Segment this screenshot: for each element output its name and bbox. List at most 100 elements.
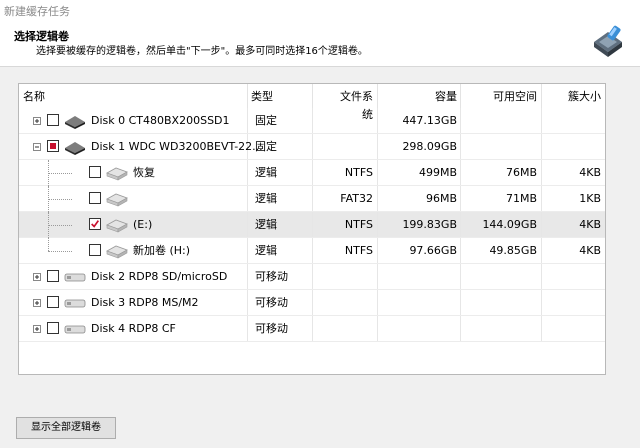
usb-drive-icon [64, 273, 86, 282]
grid-line [377, 186, 378, 212]
grid-line [247, 108, 248, 134]
tree-connector [48, 251, 72, 252]
volume-filesystem [319, 134, 373, 160]
table-row[interactable]: Disk 1 WDC WD3200BEVT-22... 固定 298.09GB [19, 134, 605, 160]
volume-icon [106, 167, 128, 181]
grid-line [247, 186, 248, 212]
column-header-filesystem[interactable]: 文件系统 [333, 88, 373, 121]
volume-name: Disk 4 RDP8 CF [91, 322, 176, 335]
volume-filesystem [319, 108, 373, 134]
volume-checkbox[interactable] [89, 166, 101, 178]
volume-icon [106, 193, 128, 207]
volume-filesystem: NTFS [344, 244, 373, 257]
volume-filesystem: FAT32 [340, 192, 373, 205]
volume-table[interactable]: 名称 类型 文件系统 容量 可用空间 簇大小 Disk 0 CT480BX200… [18, 83, 606, 375]
volume-name: (E:) [133, 218, 153, 231]
expand-icon[interactable] [33, 325, 41, 333]
expand-icon[interactable] [33, 117, 41, 125]
volume-filesystem [319, 316, 373, 342]
column-divider [312, 84, 313, 108]
column-header-cluster-size[interactable]: 簇大小 [567, 88, 601, 106]
volume-free-space: 71MB [505, 192, 537, 205]
disk-cache-wizard-icon [594, 25, 622, 57]
expand-icon[interactable] [33, 299, 41, 307]
table-row[interactable]: Disk 3 RDP8 MS/M2 可移动 [19, 290, 605, 316]
grid-line [541, 134, 542, 160]
volume-capacity: 96MB [425, 192, 457, 205]
volume-name: Disk 3 RDP8 MS/M2 [91, 296, 199, 309]
grid-line [377, 290, 378, 316]
grid-line [541, 212, 542, 238]
volume-checkbox[interactable] [89, 218, 101, 230]
volume-type: 可移动 [255, 296, 288, 309]
volume-icon [106, 245, 128, 259]
grid-line [541, 238, 542, 264]
grid-line [460, 316, 461, 342]
column-header-free-space[interactable]: 可用空间 [493, 88, 537, 106]
volume-name: Disk 0 CT480BX200SSD1 [91, 114, 230, 127]
volume-checkbox[interactable] [47, 270, 59, 282]
volume-checkbox[interactable] [47, 140, 59, 152]
volume-type: 可移动 [255, 322, 288, 335]
volume-checkbox[interactable] [47, 296, 59, 308]
volume-checkbox[interactable] [89, 192, 101, 204]
title-bar[interactable]: 新建缓存任务 [0, 0, 640, 20]
hdd-icon [65, 142, 85, 155]
volume-cluster-size [547, 264, 601, 290]
expand-icon[interactable] [33, 273, 41, 281]
column-divider [377, 84, 378, 108]
usb-drive-icon [64, 299, 86, 308]
volume-capacity: 97.66GB [409, 244, 457, 257]
grid-line [541, 264, 542, 290]
grid-line [460, 134, 461, 160]
grid-line [247, 238, 248, 264]
volume-free-space: 49.85GB [489, 244, 537, 257]
table-row[interactable]: 逻辑 FAT32 96MB 71MB 1KB [19, 186, 605, 212]
volume-cluster-size: 1KB [579, 192, 601, 205]
volume-cluster-size [547, 108, 601, 134]
tree-connector [48, 225, 72, 226]
table-row[interactable]: Disk 0 CT480BX200SSD1 固定 447.13GB [19, 108, 605, 134]
volume-type: 可移动 [255, 270, 288, 283]
volume-icon [106, 219, 128, 233]
column-header-type[interactable]: 类型 [251, 88, 273, 106]
volume-checkbox[interactable] [47, 114, 59, 126]
grid-line [377, 108, 378, 134]
volume-checkbox[interactable] [47, 322, 59, 334]
volume-checkbox[interactable] [89, 244, 101, 256]
column-divider [541, 84, 542, 108]
grid-line [377, 212, 378, 238]
column-header-name[interactable]: 名称 [23, 88, 45, 106]
grid-line [312, 160, 313, 186]
volume-cluster-size: 4KB [579, 218, 601, 231]
collapse-icon[interactable] [33, 143, 41, 151]
volume-free-space [465, 264, 537, 290]
grid-line [460, 290, 461, 316]
grid-line [247, 316, 248, 342]
table-row[interactable]: (E:) 逻辑 NTFS 199.83GB 144.09GB 4KB [19, 212, 605, 238]
grid-line [312, 186, 313, 212]
volume-free-space [465, 108, 537, 134]
volume-free-space: 144.09GB [482, 218, 537, 231]
volume-type: 逻辑 [255, 166, 277, 179]
volume-name: 恢复 [133, 166, 155, 179]
grid-line [312, 108, 313, 134]
table-row[interactable]: Disk 4 RDP8 CF 可移动 [19, 316, 605, 342]
grid-line [541, 160, 542, 186]
volume-capacity: 199.83GB [402, 218, 457, 231]
table-row[interactable]: Disk 2 RDP8 SD/microSD 可移动 [19, 264, 605, 290]
grid-line [377, 238, 378, 264]
volume-capacity [383, 316, 457, 342]
table-row[interactable]: 新加卷 (H:) 逻辑 NTFS 97.66GB 49.85GB 4KB [19, 238, 605, 264]
volume-free-space [465, 316, 537, 342]
grid-line [247, 264, 248, 290]
show-all-volumes-button[interactable]: 显示全部逻辑卷 [16, 417, 116, 439]
volume-free-space [465, 134, 537, 160]
volume-capacity: 499MB [418, 166, 457, 179]
column-header-capacity[interactable]: 容量 [419, 88, 457, 106]
table-row[interactable]: 恢复 逻辑 NTFS 499MB 76MB 4KB [19, 160, 605, 186]
usb-drive-icon [64, 325, 86, 334]
grid-line [377, 160, 378, 186]
volume-cluster-size [547, 134, 601, 160]
grid-line [460, 108, 461, 134]
